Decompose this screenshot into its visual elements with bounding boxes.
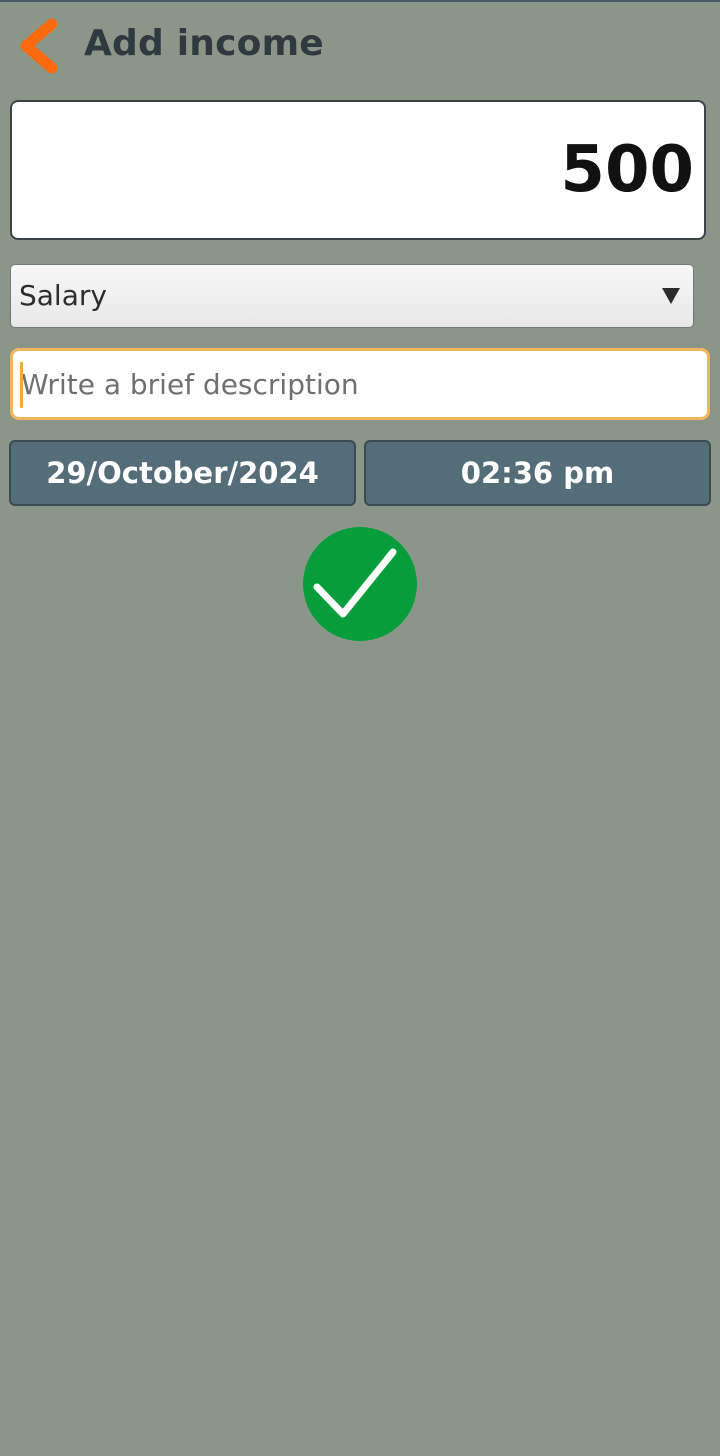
- description-field[interactable]: [10, 348, 710, 420]
- app-header: Add income: [0, 0, 720, 90]
- back-button[interactable]: [12, 18, 64, 74]
- category-dropdown[interactable]: Salary: [10, 264, 694, 328]
- category-selected-label: Salary: [19, 279, 107, 312]
- amount-field[interactable]: 500: [10, 100, 706, 240]
- dropdown-triangle-icon: [661, 286, 681, 306]
- amount-value: 500: [560, 133, 694, 207]
- text-cursor: [20, 362, 23, 408]
- page-title: Add income: [84, 23, 324, 64]
- date-picker-button[interactable]: 29/October/2024: [9, 440, 356, 506]
- time-picker-button[interactable]: 02:36 pm: [364, 440, 711, 506]
- description-input[interactable]: [19, 351, 701, 417]
- chevron-left-icon: [20, 18, 58, 74]
- confirm-button[interactable]: [303, 527, 417, 641]
- checkmark-icon: [313, 548, 397, 618]
